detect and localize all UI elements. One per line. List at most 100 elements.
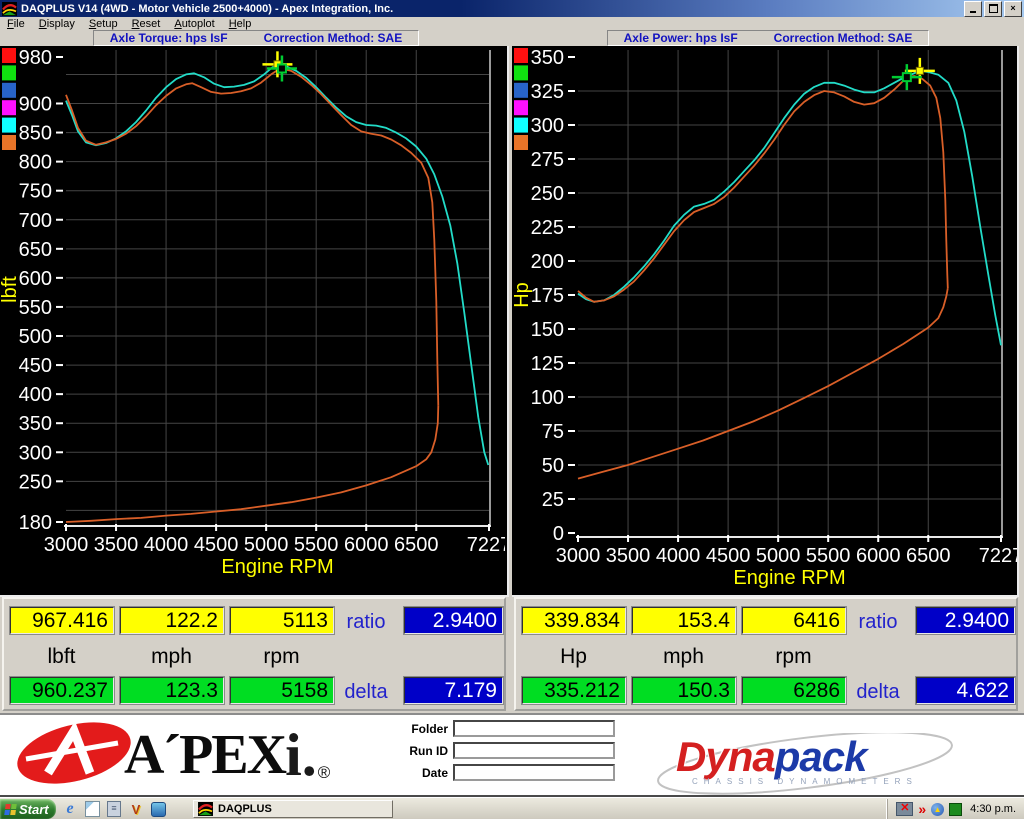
- y-tick-label: 0: [553, 523, 564, 545]
- windows-flag-icon: [4, 804, 17, 815]
- document-icon[interactable]: ≡: [106, 801, 122, 817]
- delta-label: delta: [846, 681, 910, 704]
- delta-label: delta: [334, 681, 398, 704]
- x-tick-label: 5000: [244, 534, 289, 556]
- folder-input[interactable]: [453, 720, 615, 737]
- x-axis-label: Engine RPM: [733, 567, 845, 589]
- y-tick-label: 850: [19, 123, 52, 145]
- x-tick-label: 3000: [44, 534, 89, 556]
- cursor-marker-center[interactable]: [278, 65, 286, 73]
- daqplus-app-icon: [2, 2, 17, 16]
- dynapack-word-pack: pack: [775, 733, 867, 780]
- power-chart-panel: Axle Power: hps IsF Correction Method: S…: [512, 30, 1024, 597]
- power-cursor-rpm: 6286: [742, 677, 846, 704]
- x-axis-label: Engine RPM: [221, 556, 333, 578]
- ratio-label: ratio: [846, 611, 910, 634]
- apexi-emblem-icon: [14, 721, 138, 785]
- power-chart-canvas[interactable]: 3503253002752502252001751501251007550250…: [512, 46, 1019, 597]
- restore-button[interactable]: [984, 1, 1002, 17]
- apex-i-mark: i.: [285, 725, 317, 785]
- media-app-icon[interactable]: V: [128, 801, 144, 817]
- menu-help[interactable]: Help: [222, 18, 259, 30]
- registered-mark: ®: [318, 761, 331, 785]
- y-tick-label: 75: [542, 421, 564, 443]
- delta-value: 7.179: [404, 677, 503, 704]
- power-run-cyan: [578, 71, 1001, 346]
- rpm-unit-label: rpm: [230, 645, 333, 669]
- menu-reset[interactable]: Reset: [125, 18, 168, 30]
- legend-swatch: [514, 118, 528, 133]
- run-id-input[interactable]: [453, 742, 615, 759]
- x-tick-label: 7227: [979, 545, 1017, 567]
- x-tick-label: 6000: [344, 534, 389, 556]
- torque-peak-mph: 122.2: [120, 607, 224, 634]
- power-peak-value: 339.834: [522, 607, 626, 634]
- y-tick-label: 250: [531, 183, 564, 205]
- date-input[interactable]: [453, 764, 615, 781]
- rpm-unit-label: rpm: [742, 645, 845, 669]
- torque-header-correction: Correction Method: SAE: [264, 31, 403, 45]
- start-button[interactable]: Start: [0, 799, 56, 819]
- y-tick-label: 180: [19, 512, 52, 534]
- apexi-logo: A´PEX i. ®: [14, 721, 330, 785]
- menu-bar: File Display Setup Reset Autoplot Help: [0, 17, 1024, 30]
- taskbar: Start e ≡ V DAQPLUS ✕ » ▲ 4:30 p.m.: [0, 797, 1024, 819]
- network-error-icon[interactable]: ✕: [896, 802, 913, 816]
- status-square-icon[interactable]: [949, 803, 962, 816]
- ratio-value: 2.9400: [404, 607, 503, 634]
- x-tick-label: 4500: [194, 534, 239, 556]
- speed-trace-orange: [578, 288, 948, 478]
- daqplus-task-button[interactable]: DAQPLUS: [193, 800, 393, 818]
- y-tick-label: 225: [531, 217, 564, 239]
- system-tray: ✕ » ▲ 4:30 p.m.: [887, 799, 1024, 819]
- messenger-icon[interactable]: [150, 801, 166, 817]
- cursor-marker-center[interactable]: [903, 73, 911, 81]
- y-tick-label: 800: [19, 152, 52, 174]
- x-tick-label: 4000: [144, 534, 189, 556]
- cursor-marker-center[interactable]: [916, 67, 923, 74]
- dynapack-word-dyna: Dyna: [676, 733, 775, 780]
- minimize-button[interactable]: [964, 1, 982, 17]
- torque-cursor-value: 960.237: [10, 677, 114, 704]
- date-label: Date: [396, 766, 448, 780]
- y-tick-label: 100: [531, 387, 564, 409]
- menu-display[interactable]: Display: [32, 18, 82, 30]
- y-tick-label: 25: [542, 489, 564, 511]
- update-alert-icon[interactable]: ▲: [931, 803, 944, 816]
- y-tick-label: 125: [531, 353, 564, 375]
- torque-chart-canvas[interactable]: 9809008508007507006506005505004504003503…: [0, 46, 509, 597]
- x-tick-label: 6500: [906, 545, 951, 567]
- apex-wordmark: A´PEX: [124, 725, 285, 785]
- y-tick-label: 50: [542, 455, 564, 477]
- start-label: Start: [19, 802, 49, 817]
- internet-explorer-icon[interactable]: e: [62, 801, 78, 817]
- menu-file[interactable]: File: [0, 18, 32, 30]
- show-hidden-icons-chevron[interactable]: »: [918, 802, 926, 816]
- run-id-label: Run ID: [396, 744, 448, 758]
- torque-chart-panel: Axle Torque: hps IsF Correction Method: …: [0, 30, 512, 597]
- legend-swatch: [514, 48, 528, 63]
- y-tick-label: 175: [531, 285, 564, 307]
- legend-swatch: [2, 100, 16, 115]
- menu-setup[interactable]: Setup: [82, 18, 125, 30]
- power-header-correction: Correction Method: SAE: [774, 31, 913, 45]
- torque-peak-value: 967.416: [10, 607, 114, 634]
- y-tick-label: 980: [19, 47, 52, 69]
- y-axis-label: Hp: [512, 282, 533, 308]
- torque-cursor-rpm: 5158: [230, 677, 334, 704]
- title-bar: DAQPLUS V14 (4WD - Motor Vehicle 2500+40…: [0, 0, 1024, 17]
- dynapack-logo: Dynapack CHASSIS DYNAMOMETERS: [652, 733, 958, 795]
- compose-mail-icon[interactable]: [84, 801, 100, 817]
- legend-swatch: [514, 100, 528, 115]
- mph-unit-label: mph: [120, 645, 223, 669]
- close-button[interactable]: ×: [1004, 1, 1022, 17]
- power-cursor-value: 335.212: [522, 677, 626, 704]
- x-tick-label: 5500: [806, 545, 851, 567]
- mph-unit-label: mph: [632, 645, 735, 669]
- ratio-label: ratio: [334, 611, 398, 634]
- y-tick-label: 350: [531, 47, 564, 69]
- y-tick-label: 750: [19, 181, 52, 203]
- x-tick-label: 6500: [394, 534, 439, 556]
- menu-autoplot[interactable]: Autoplot: [167, 18, 221, 30]
- legend-swatch: [514, 135, 528, 150]
